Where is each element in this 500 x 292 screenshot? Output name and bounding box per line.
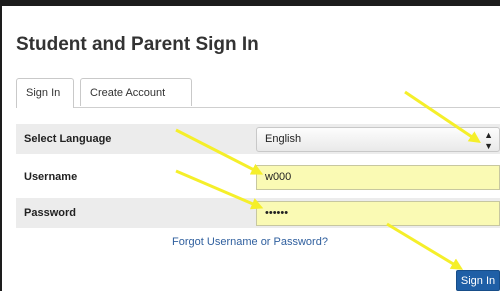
select-arrows-icon: ▲ ▼ [484,130,493,151]
password-label: Password [24,207,76,219]
language-select[interactable]: English ▲ ▼ [256,127,500,152]
forgot-link-container: Forgot Username or Password? [0,236,500,248]
password-row: Password •••••• [16,198,500,228]
language-value: English [265,133,302,145]
username-value: w000 [265,171,292,183]
tab-divider [16,107,500,108]
username-field[interactable]: w000 [256,165,500,190]
tab-create-account[interactable]: Create Account [80,78,192,106]
forgot-credentials-link[interactable]: Forgot Username or Password? [172,236,328,248]
language-label: Select Language [24,133,112,145]
password-field[interactable]: •••••• [256,201,500,226]
password-value: •••••• [265,207,289,219]
username-row: Username w000 [16,162,500,192]
tab-sign-in[interactable]: Sign In [16,78,74,108]
username-label: Username [24,171,78,183]
sign-in-button[interactable]: Sign In [456,270,500,291]
tab-bar: Sign In Create Account [16,78,500,108]
page-title: Student and Parent Sign In [16,34,259,55]
language-row: Select Language English ▲ ▼ [16,124,500,154]
